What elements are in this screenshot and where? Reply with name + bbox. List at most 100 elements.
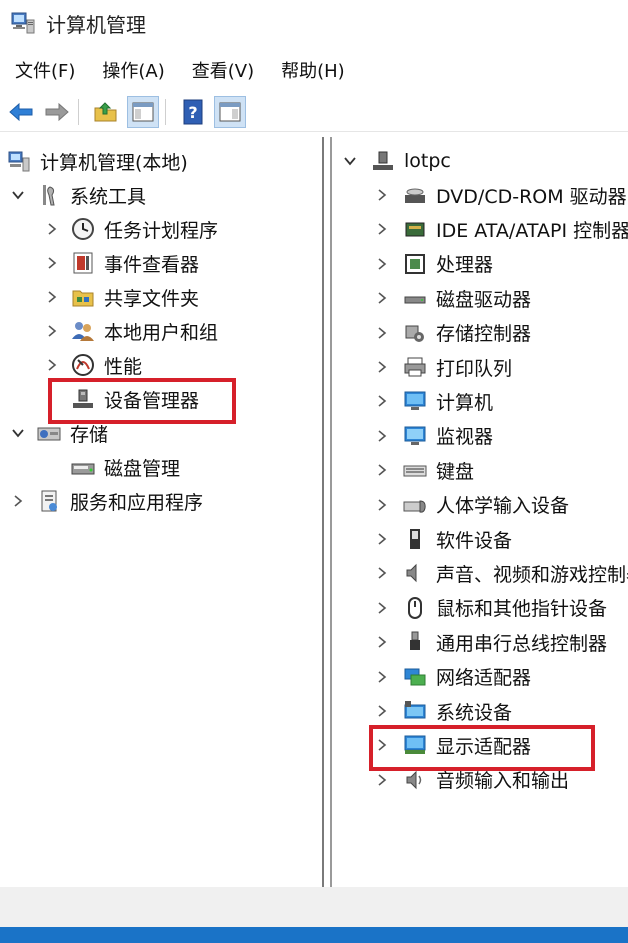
tree-item-label: 磁盘管理 (104, 457, 181, 480)
device-category-label: 软件设备 (436, 529, 513, 552)
device-tree-pane: lotpc DVD/CD-ROM 驱动器 IDE ATA/ATAPI 控制器 处理器… (330, 137, 628, 887)
device-tree-root[interactable]: lotpc (342, 145, 451, 177)
chevron-right-icon[interactable] (374, 669, 390, 685)
device-category-label: 网络适配器 (436, 667, 532, 690)
tree-item-local-users-groups[interactable]: 本地用户和组 (44, 315, 218, 347)
chevron-right-icon[interactable] (374, 428, 390, 444)
device-category-software-device[interactable]: 软件设备 (374, 523, 512, 555)
device-category-label: 系统设备 (436, 701, 513, 724)
svg-text:?: ? (188, 103, 197, 122)
chevron-right-icon[interactable] (374, 325, 390, 341)
menu-view[interactable]: 查看(V) (192, 57, 254, 83)
show-hide-action-pane-icon (219, 102, 241, 122)
chevron-right-icon[interactable] (374, 393, 390, 409)
device-category-label: 鼠标和其他指针设备 (436, 598, 608, 621)
chevron-right-icon[interactable] (374, 462, 390, 478)
tree-item-system-tools[interactable]: 系统工具 (10, 179, 146, 211)
device-category-computer[interactable]: 计算机 (374, 385, 493, 417)
device-category-label: 打印队列 (436, 357, 513, 380)
up-one-level-button[interactable] (91, 97, 121, 127)
menu-action[interactable]: 操作(A) (102, 57, 164, 83)
dvd-drive-icon (402, 182, 428, 208)
tree-item-label: 性能 (104, 355, 143, 378)
forward-button[interactable] (42, 97, 72, 127)
device-category-ide-controller[interactable]: IDE ATA/ATAPI 控制器 (374, 213, 628, 245)
chevron-right-icon[interactable] (44, 323, 60, 339)
back-button[interactable] (6, 97, 36, 127)
device-category-storage-controller[interactable]: 存储控制器 (374, 317, 531, 349)
help-button[interactable]: ? (178, 97, 208, 127)
chevron-right-icon[interactable] (10, 493, 26, 509)
tree-item-services-applications[interactable]: 服务和应用程序 (10, 485, 203, 517)
device-category-label: 人体学输入设备 (436, 495, 570, 518)
device-category-processor[interactable]: 处理器 (374, 248, 493, 280)
tree-item-disk-management[interactable]: 磁盘管理 (70, 451, 180, 483)
device-category-network-adapter[interactable]: 网络适配器 (374, 661, 531, 693)
chevron-down-icon[interactable] (10, 425, 26, 441)
console-tree-button[interactable] (127, 96, 159, 128)
chevron-down-icon[interactable] (10, 187, 26, 203)
software-device-icon (402, 526, 428, 552)
system-device-icon (402, 698, 428, 724)
device-category-label: 计算机 (436, 391, 494, 414)
storage-controller-icon (402, 320, 428, 346)
status-area (0, 887, 628, 927)
menu-help[interactable]: 帮助(H) (281, 57, 345, 83)
processor-icon (402, 251, 428, 277)
chevron-right-icon[interactable] (374, 703, 390, 719)
chevron-down-icon[interactable] (342, 153, 358, 169)
chevron-right-icon[interactable] (44, 221, 60, 237)
chevron-right-icon[interactable] (374, 187, 390, 203)
usb-icon (402, 629, 428, 655)
device-category-disk-drive[interactable]: 磁盘驱动器 (374, 282, 531, 314)
chevron-right-icon[interactable] (374, 531, 390, 547)
device-category-monitor[interactable]: 监视器 (374, 420, 493, 452)
chevron-right-icon[interactable] (374, 565, 390, 581)
network-adapter-icon (402, 664, 428, 690)
chevron-right-icon[interactable] (374, 221, 390, 237)
tree-item-computer-management-local[interactable]: 计算机管理(本地) (6, 145, 188, 177)
toolbar-separator (165, 99, 166, 125)
users-icon (70, 318, 96, 344)
action-pane-button[interactable] (214, 96, 246, 128)
device-category-hid[interactable]: 人体学输入设备 (374, 489, 569, 521)
tree-item-task-scheduler[interactable]: 任务计划程序 (44, 213, 218, 245)
chevron-right-icon[interactable] (374, 600, 390, 616)
chevron-right-icon[interactable] (374, 772, 390, 788)
back-arrow-icon (9, 102, 33, 122)
device-category-printer[interactable]: 打印队列 (374, 351, 512, 383)
disk-drive-icon (402, 285, 428, 311)
chevron-right-icon[interactable] (44, 357, 60, 373)
tree-item-event-viewer[interactable]: 事件查看器 (44, 247, 199, 279)
computer-icon (402, 388, 428, 414)
device-category-usb[interactable]: 通用串行总线控制器 (374, 626, 607, 658)
menu-file[interactable]: 文件(F) (15, 57, 75, 83)
device-category-label: 声音、视频和游戏控制器 (436, 563, 628, 586)
computer-root-icon (370, 148, 396, 174)
device-category-mouse[interactable]: 鼠标和其他指针设备 (374, 592, 607, 624)
window-title: 计算机管理 (46, 12, 146, 37)
device-category-system-device[interactable]: 系统设备 (374, 695, 512, 727)
computer-management-icon (11, 12, 35, 34)
chevron-right-icon[interactable] (374, 497, 390, 513)
chevron-right-icon[interactable] (44, 289, 60, 305)
chevron-right-icon[interactable] (44, 255, 60, 271)
device-category-label: 键盘 (436, 460, 475, 483)
chevron-right-icon[interactable] (374, 359, 390, 375)
chevron-right-icon[interactable] (374, 290, 390, 306)
device-category-sound[interactable]: 声音、视频和游戏控制器 (374, 557, 628, 589)
device-category-keyboard[interactable]: 键盘 (374, 454, 474, 486)
menu-bar: 文件(F) 操作(A) 查看(V) 帮助(H) (0, 52, 357, 88)
tree-item-label: 计算机管理(本地) (40, 151, 188, 174)
performance-icon (70, 352, 96, 378)
tree-item-performance[interactable]: 性能 (44, 349, 142, 381)
tree-item-label: 本地用户和组 (104, 321, 219, 344)
keyboard-icon (402, 457, 428, 483)
device-category-label: DVD/CD-ROM 驱动器 (436, 185, 627, 208)
highlight-box-device-manager (48, 378, 236, 424)
console-tree-pane: 计算机管理(本地) 系统工具 任务计划程序 事件查看器 共享文件夹 本地用户和组… (0, 137, 324, 887)
chevron-right-icon[interactable] (374, 634, 390, 650)
device-category-dvd-drive[interactable]: DVD/CD-ROM 驱动器 (374, 179, 627, 211)
chevron-right-icon[interactable] (374, 256, 390, 272)
tree-item-shared-folders[interactable]: 共享文件夹 (44, 281, 199, 313)
